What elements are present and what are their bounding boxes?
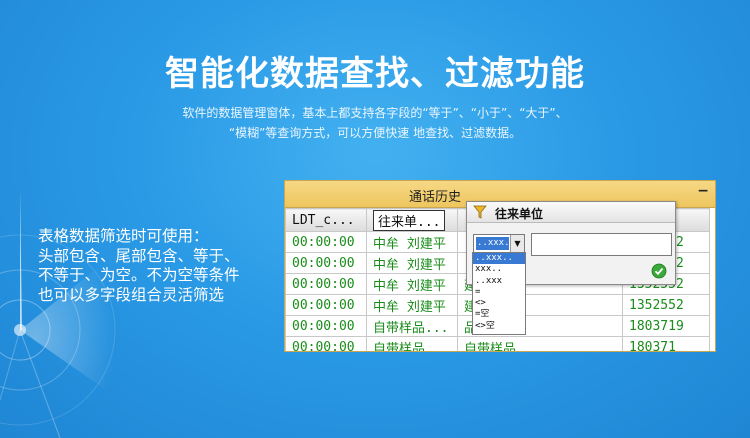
cell-sms: 1352552 [622, 294, 710, 316]
operator-option[interactable]: xxx.. [473, 264, 525, 275]
cell-time: 00:00:00 [285, 231, 367, 253]
check-circle-icon[interactable] [651, 263, 667, 279]
filter-popup-header: 往来单位 [467, 202, 675, 223]
table-row[interactable]: 00:00:00 自带样品 自带样品 180371 [285, 336, 710, 351]
cell-sms: 1803719 [622, 315, 710, 337]
funnel-icon [473, 205, 487, 219]
column-header-contact-label: 往来单... [373, 209, 446, 231]
chevron-down-icon[interactable]: ▼ [510, 235, 524, 253]
cell-contact: 中牟 刘建平 [366, 294, 458, 316]
cell-contact: 自带样品 [366, 336, 458, 351]
cell-time: 00:00:00 [285, 315, 367, 337]
feature-line-2: 头部包含、尾部包含、等于、 [38, 246, 240, 265]
filter-value-input[interactable] [531, 233, 672, 256]
operator-option[interactable]: = [473, 287, 525, 298]
operator-option[interactable]: <>空 [473, 321, 525, 332]
column-header-contact[interactable]: 往来单... [366, 208, 458, 232]
cell-3: 自带样品 [457, 336, 623, 351]
page-title: 智能化数据查找、过滤功能 [165, 54, 585, 94]
cell-contact: 自带样品... [366, 315, 458, 337]
description-line-1: 软件的数据管理窗体，基本上都支持各字段的“等于”、“小于”、“大于”、 [182, 106, 568, 120]
column-header-ldt[interactable]: LDT_c... [285, 208, 367, 232]
operator-value: ..xxx.. [476, 237, 515, 250]
operator-dropdown-list: ..xxx.. xxx.. ..xxx = <> =空 <>空 [472, 252, 526, 335]
cell-time: 00:00:00 [285, 273, 367, 295]
description-line-2: “模糊”等查询方式，可以方便快速 地查找、过滤数据。 [228, 126, 522, 140]
cell-contact: 中牟 刘建平 [366, 231, 458, 253]
feature-description: 表格数据筛选时可使用： 头部包含、尾部包含、等于、 不等于、为空。不为空等条件 … [38, 227, 288, 305]
filter-popup-title: 往来单位 [495, 207, 544, 221]
cell-sms: 180371 [622, 336, 710, 351]
cell-contact: 中牟 刘建平 [366, 273, 458, 295]
feature-line-1: 表格数据筛选时可使用： [38, 227, 209, 245]
operator-option[interactable]: =空 [473, 309, 525, 320]
cell-contact: 中牟 刘建平 [366, 252, 458, 274]
operator-option[interactable]: <> [473, 298, 525, 309]
operator-option[interactable]: ..xxx.. [473, 253, 525, 265]
feature-line-3: 不等于、为空。不为空等条件 [38, 266, 240, 284]
operator-option[interactable]: ..xxx [473, 276, 525, 287]
cell-time: 00:00:00 [285, 252, 367, 274]
cell-time: 00:00:00 [285, 294, 367, 316]
cell-time: 00:00:00 [285, 336, 367, 351]
feature-line-4: 也可以多字段组合灵活筛选 [38, 285, 225, 304]
minimize-button[interactable]: − [697, 183, 709, 199]
operator-select[interactable]: ..xxx.. ▼ [473, 234, 525, 254]
